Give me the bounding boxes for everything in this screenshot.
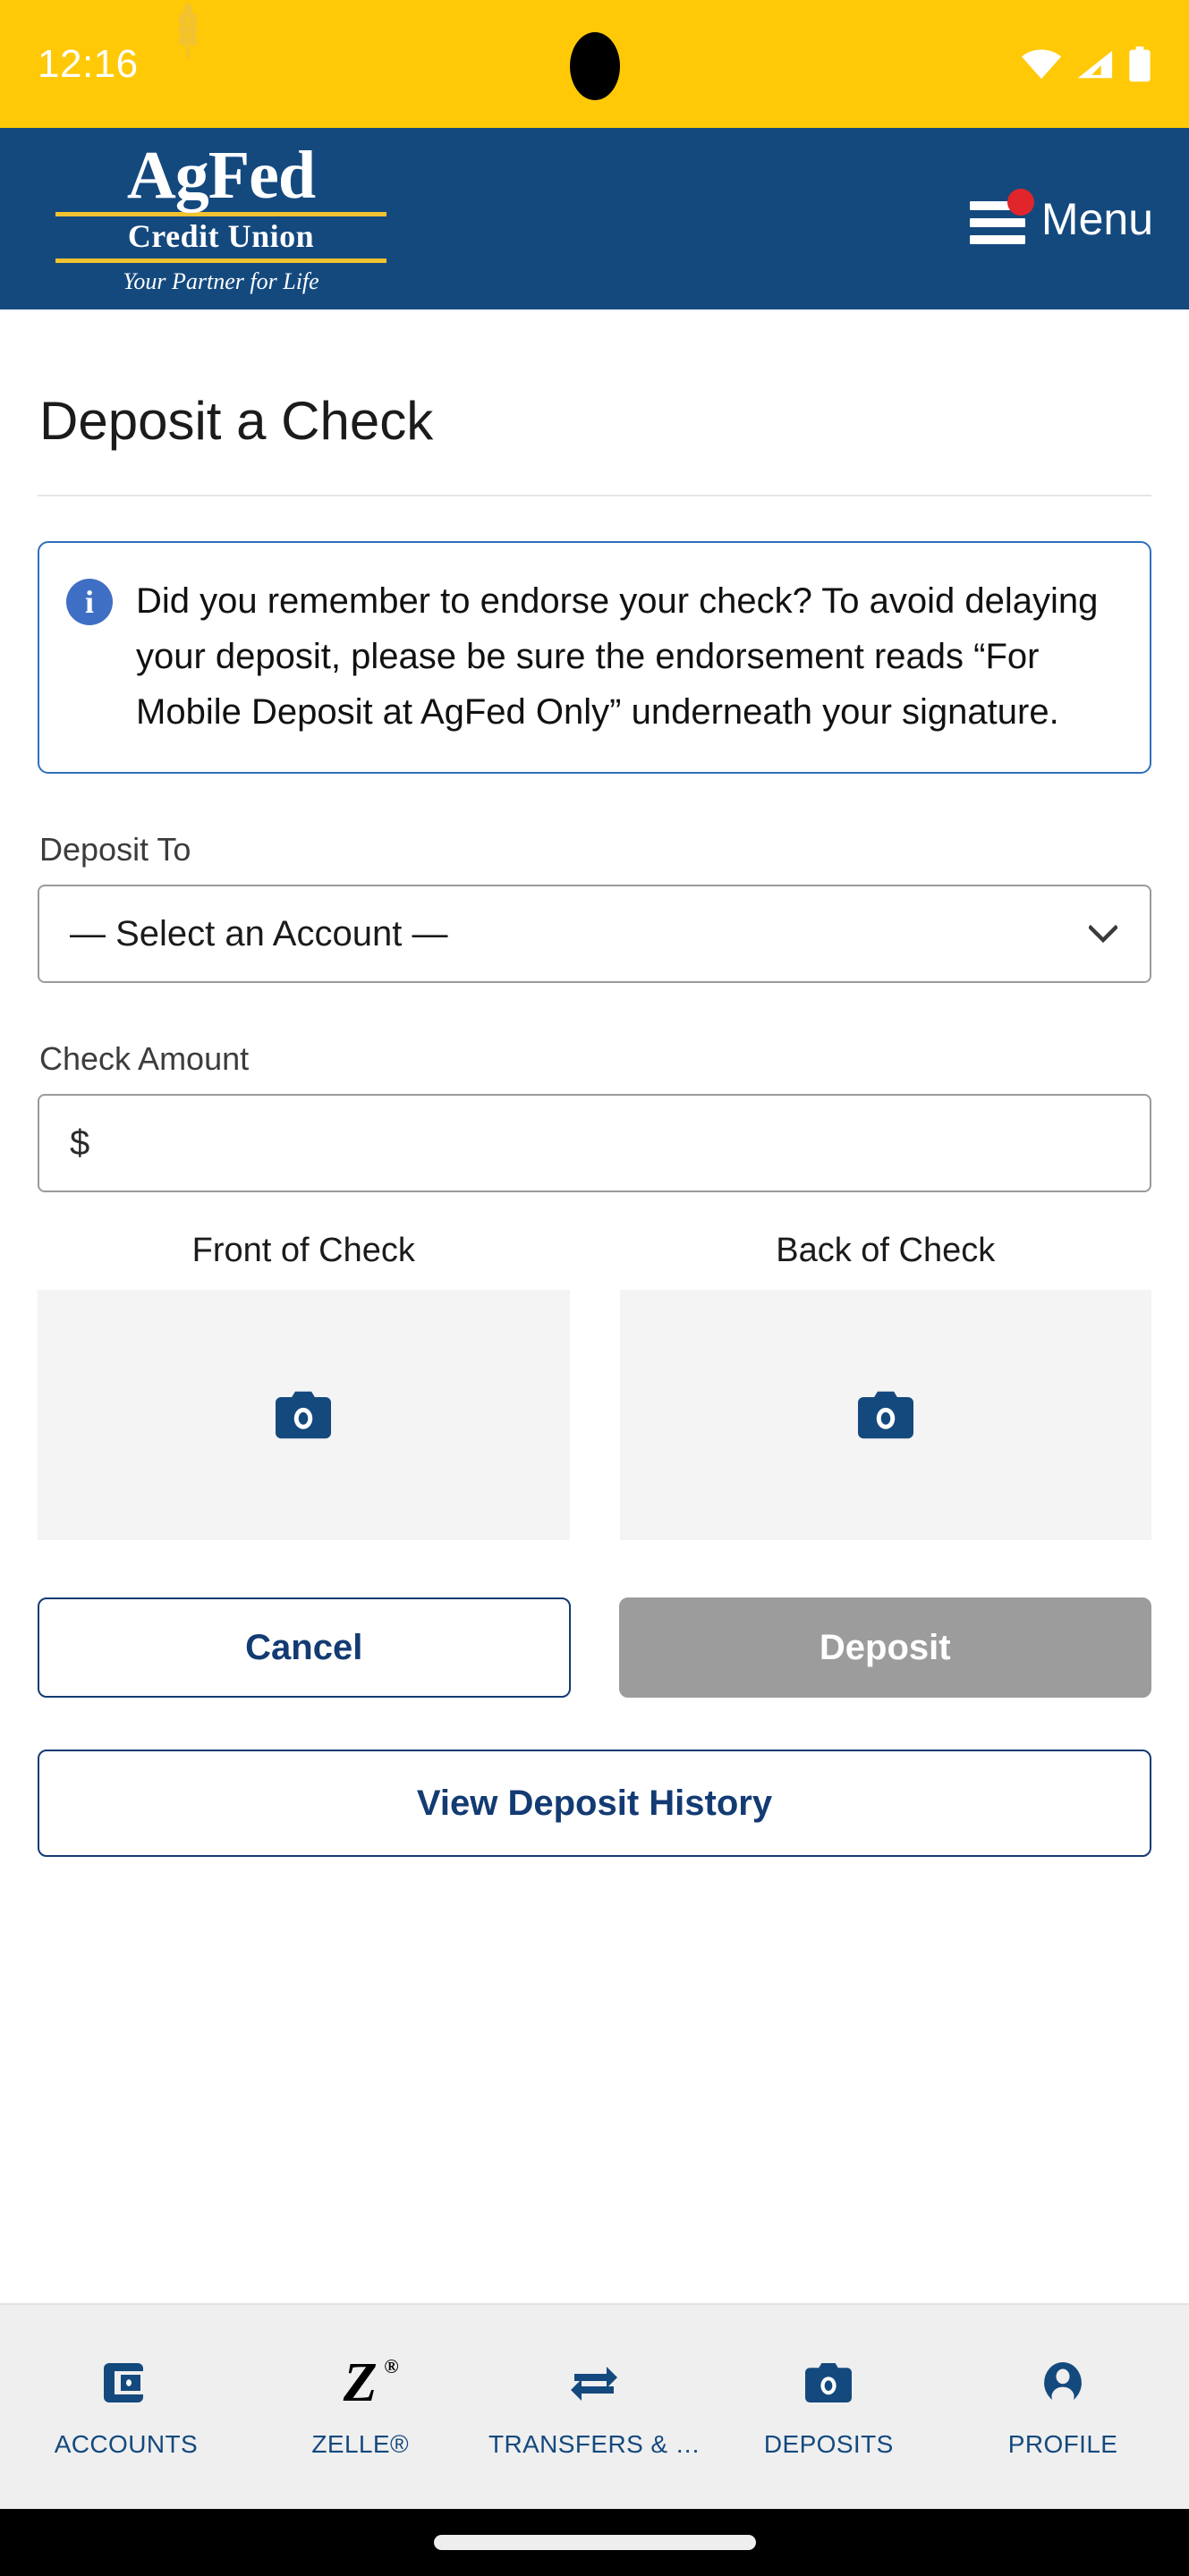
main-content: Deposit a Check i Did you remember to en… (0, 309, 1189, 2303)
endorsement-info-alert: i Did you remember to endorse your check… (38, 541, 1151, 774)
camera-icon (276, 1391, 332, 1439)
nav-label-transfers: TRANSFERS & … (488, 2430, 701, 2458)
wallet-icon (103, 2355, 149, 2411)
alert-message: Did you remember to endorse your check? … (136, 581, 1099, 732)
cellular-signal-icon (1077, 50, 1113, 78)
nav-item-profile[interactable]: PROFILE (946, 2355, 1180, 2459)
hamburger-icon[interactable] (969, 188, 1034, 244)
front-of-check-label: Front of Check (191, 1232, 415, 1269)
cancel-button[interactable]: Cancel (38, 1597, 571, 1698)
zelle-icon: Z ® (343, 2352, 399, 2413)
battery-icon (1129, 46, 1151, 81)
check-amount-label: Check Amount (39, 1040, 250, 1077)
hamburger-bar (969, 217, 1025, 227)
menu-label: Menu (1040, 193, 1153, 244)
page-title: Deposit a Check (39, 391, 434, 451)
front-of-check-button[interactable] (38, 1290, 570, 1540)
check-amount-input[interactable]: $ (38, 1094, 1151, 1192)
currency-prefix: $ (70, 1123, 90, 1163)
person-icon (1042, 2355, 1083, 2411)
transfer-arrows-icon (569, 2355, 619, 2411)
nav-item-accounts[interactable]: ACCOUNTS (9, 2355, 243, 2459)
notification-badge-dot (1006, 188, 1034, 216)
camera-icon (857, 1391, 913, 1439)
back-of-check-label: Back of Check (776, 1232, 996, 1269)
app-header: AgFed Credit Union Your Partner for Life (0, 4, 1189, 309)
status-time: 12:16 (38, 41, 139, 86)
nav-label-profile: PROFILE (1007, 2430, 1118, 2458)
deposit-to-label: Deposit To (39, 831, 191, 868)
gesture-navigation-bar (0, 2509, 1189, 2576)
deposit-to-selected-value: — Select an Account — (70, 913, 448, 953)
nav-label-deposits: DEPOSITS (763, 2430, 894, 2458)
back-of-check-capture: Back of Check (619, 1232, 1151, 1540)
deposit-button[interactable]: Deposit (618, 1597, 1151, 1698)
front-of-check-capture: Front of Check (38, 1232, 570, 1540)
action-button-row: Cancel Deposit (38, 1597, 1151, 1698)
logo-tagline: Your Partner for Life (123, 268, 319, 295)
bottom-navigation: ACCOUNTS Z ® ZELLE® TRANSFERS & … DEPOSI… (0, 2303, 1189, 2509)
nav-item-deposits[interactable]: DEPOSITS (711, 2355, 946, 2459)
deposit-to-select[interactable]: — Select an Account — (38, 885, 1151, 983)
logo-divider-top (55, 212, 386, 217)
app-screen: 12:16 AgFed Credit Union Your Partner fo… (0, 0, 1189, 2576)
wheat-stalk-icon (178, 4, 198, 59)
camera-cutout (569, 32, 620, 100)
agfed-logo[interactable]: AgFed Credit Union Your Partner for Life (55, 4, 386, 295)
logo-divider-bottom (55, 258, 386, 264)
status-icons (1021, 46, 1151, 82)
wifi-icon (1021, 49, 1062, 79)
info-icon: i (66, 579, 113, 625)
home-gesture-pill[interactable] (433, 2535, 756, 2550)
back-of-check-button[interactable] (619, 1290, 1151, 1540)
check-capture-row: Front of Check Back of Check (38, 1232, 1151, 1540)
menu-button[interactable]: Menu (969, 188, 1153, 244)
nav-label-accounts: ACCOUNTS (54, 2430, 199, 2458)
nav-item-transfers[interactable]: TRANSFERS & … (478, 2355, 712, 2459)
title-divider (38, 495, 1151, 496)
camera-icon (805, 2355, 853, 2411)
logo-subtitle: Credit Union (127, 218, 315, 255)
logo-wordmark: AgFed (126, 137, 316, 213)
view-deposit-history-button[interactable]: View Deposit History (38, 1750, 1151, 1857)
nav-item-zelle[interactable]: Z ® ZELLE® (243, 2355, 478, 2459)
chevron-down-icon (1089, 925, 1117, 943)
hamburger-bar (969, 234, 1025, 244)
nav-label-zelle: ZELLE® (311, 2430, 410, 2458)
